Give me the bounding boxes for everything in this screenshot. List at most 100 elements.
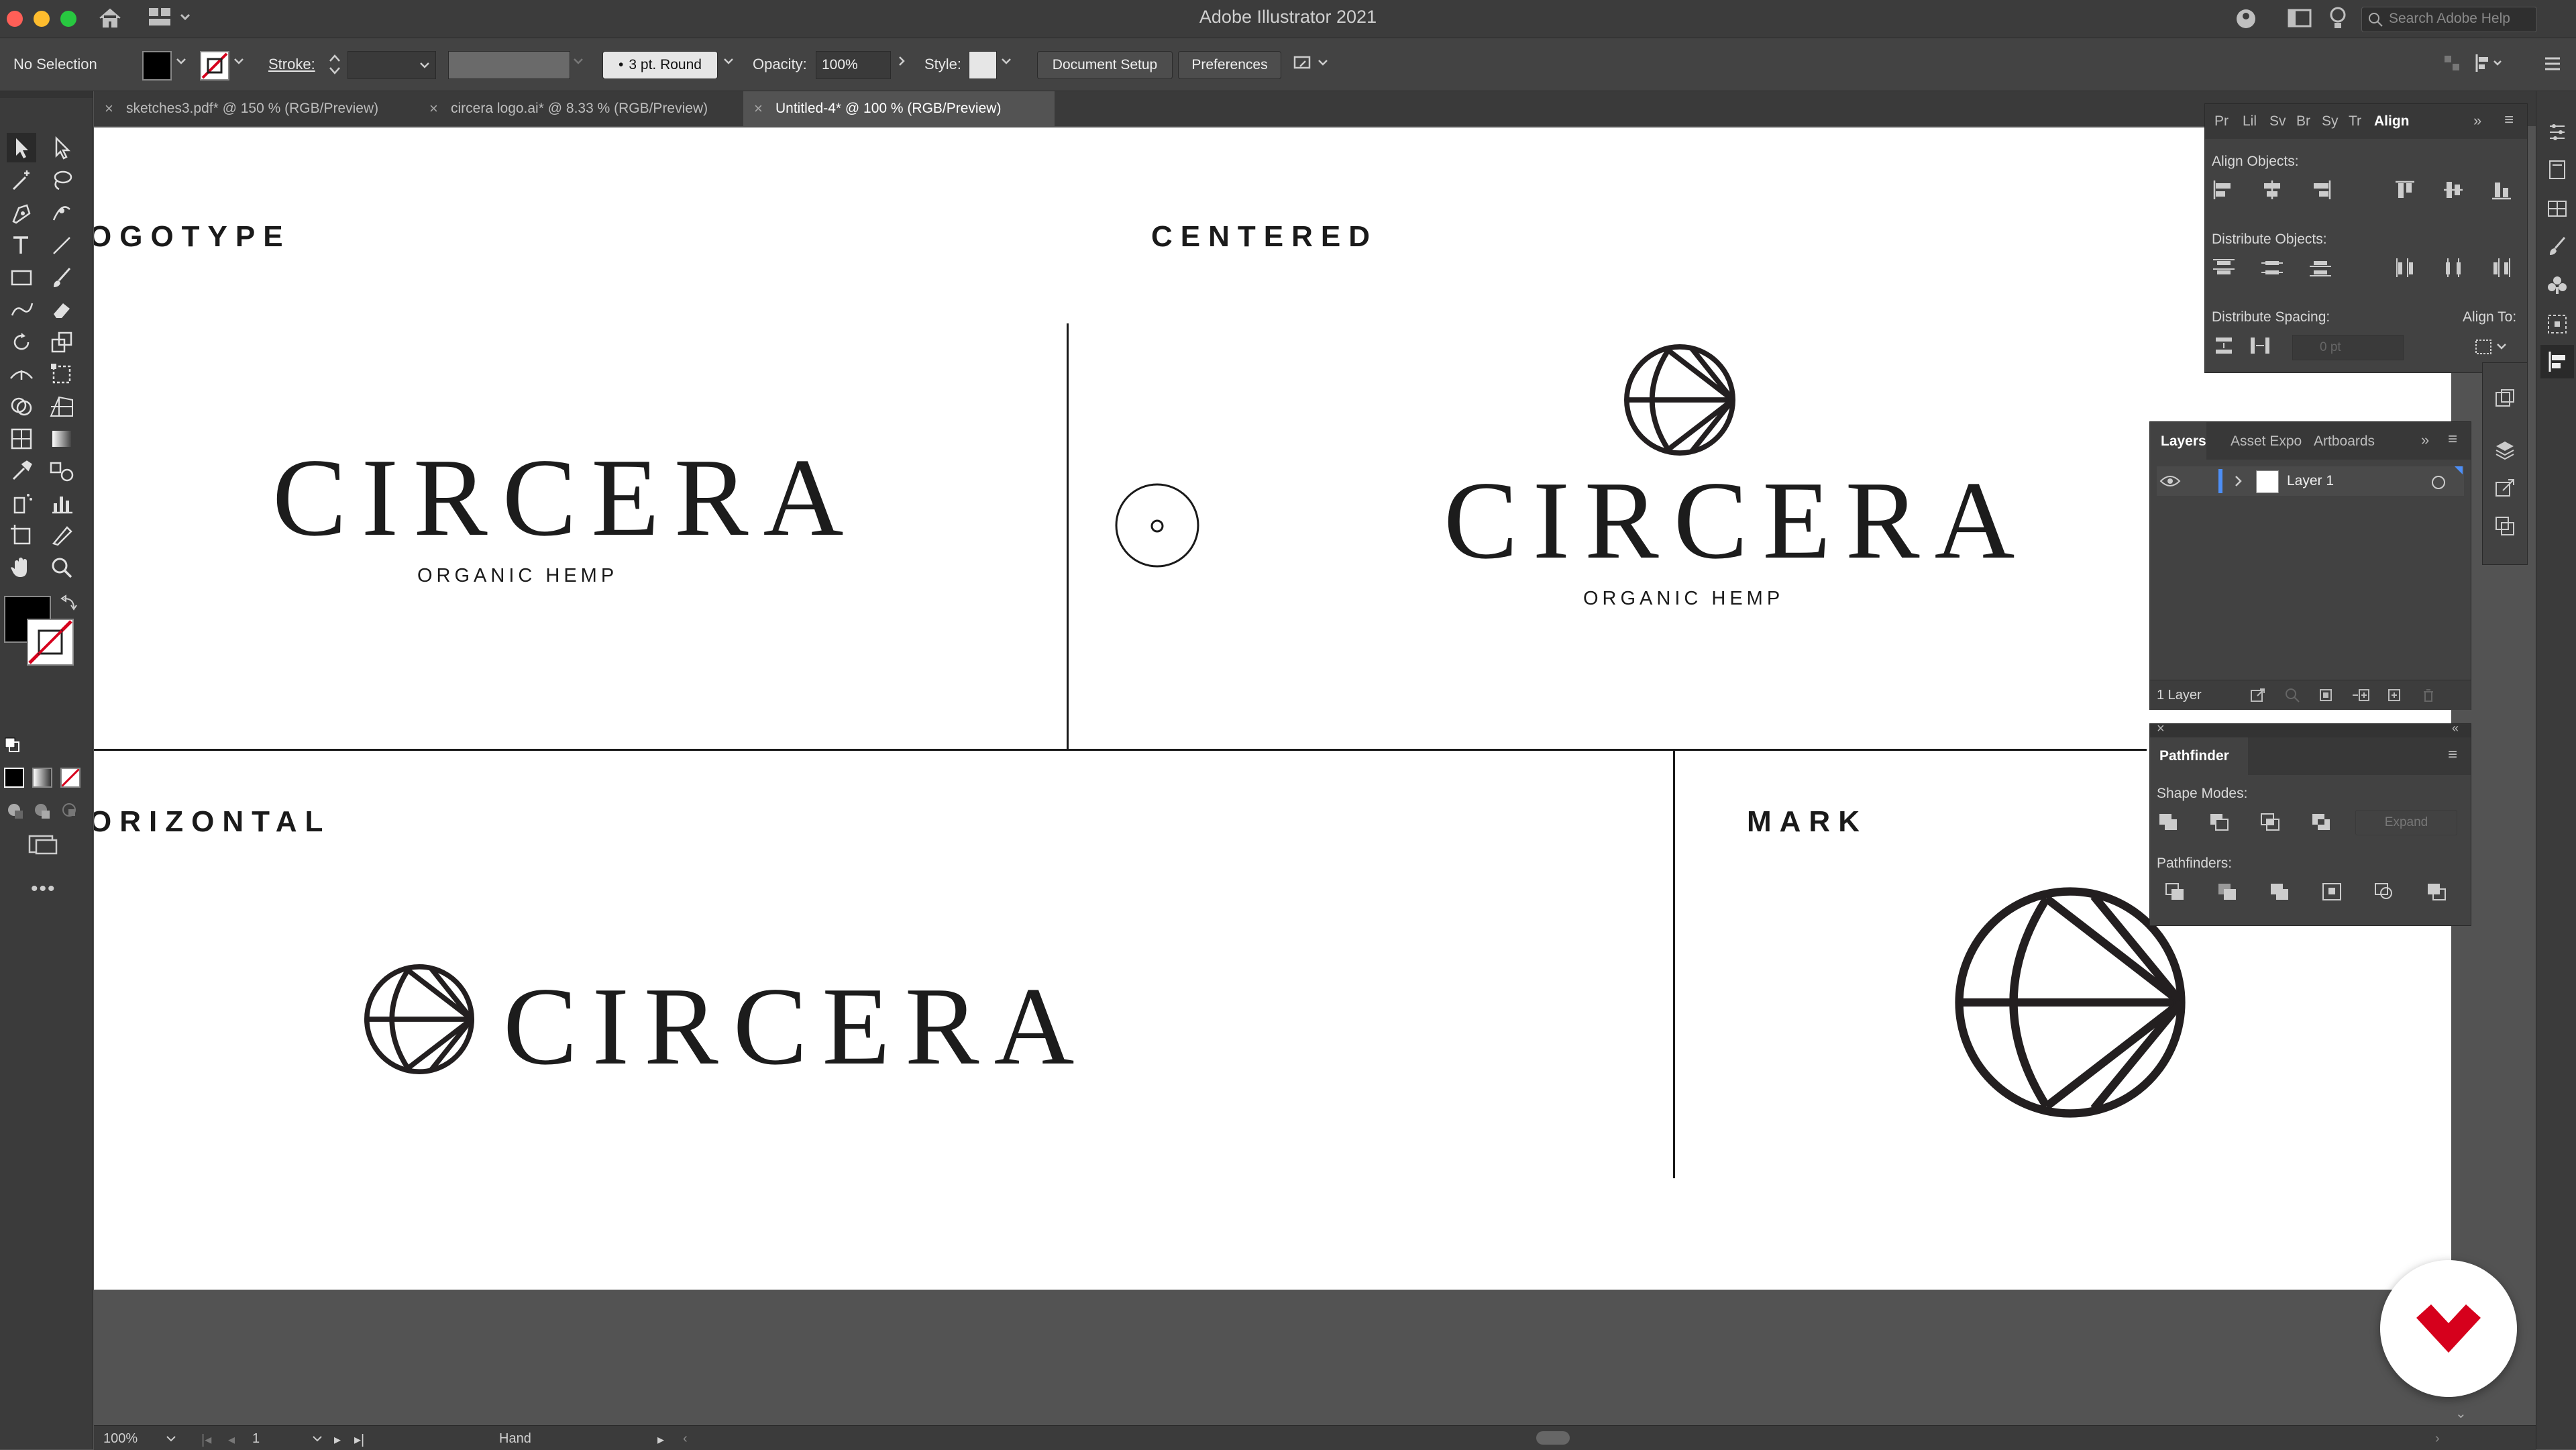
close-panel-icon[interactable]: × [2157,721,2165,737]
screen-mode-icon[interactable] [27,833,60,861]
horizontal-distribute-center-icon[interactable] [2441,257,2465,278]
selection-indicator[interactable] [2455,466,2463,474]
width-tool-icon[interactable] [7,360,36,389]
zoom-level-dropdown[interactable]: 100% [101,1429,181,1447]
opacity-label[interactable]: Opacity: [753,56,807,73]
create-new-layer-icon[interactable] [2386,687,2404,707]
align-controls-icon[interactable] [2473,52,2506,78]
align-to-selection-dropdown[interactable] [2473,335,2514,362]
draw-normal-icon[interactable] [5,801,25,825]
shape-builder-tool-icon[interactable] [7,392,36,421]
none-mode-button[interactable] [60,768,80,788]
vertical-distribute-center-icon[interactable] [2260,257,2284,278]
tab-align[interactable]: Align [2374,113,2410,130]
delete-layer-icon[interactable] [2420,687,2437,707]
arrange-icon[interactable] [2442,52,2462,78]
brushes-panel-icon[interactable] [2546,235,2569,261]
tab-transform[interactable]: Tr [2349,113,2361,130]
magic-wand-tool-icon[interactable] [7,166,36,196]
direct-selection-tool-icon[interactable] [47,133,76,162]
stroke-color-swatch[interactable] [200,51,229,81]
preferences-button[interactable]: Preferences [1178,51,1281,79]
edit-toolbar-icon[interactable]: ••• [31,878,56,900]
curvature-tool-icon[interactable] [47,199,76,228]
target-icon[interactable] [2432,476,2445,489]
default-fill-stroke-icon[interactable] [4,737,21,758]
horizontal-distribute-left-icon[interactable] [2393,257,2417,278]
tab-symbols[interactable]: Sy [2322,113,2339,130]
blend-tool-icon[interactable] [47,456,76,486]
style-chevron-icon[interactable] [1000,54,1013,71]
horizontal-scrollbar-thumb[interactable] [1536,1431,1570,1445]
vertical-align-top-icon[interactable] [2393,179,2417,201]
free-transform-tool-icon[interactable] [47,360,76,389]
fill-color-swatch[interactable] [142,51,172,81]
hand-tool-icon[interactable] [7,553,36,582]
tab-properties[interactable]: Pr [2214,113,2229,130]
tab-sketches3[interactable]: × sketches3.pdf* @ 150 % (RGB/Preview) [94,91,428,126]
expand-chevron-icon[interactable] [2232,473,2245,493]
locate-object-icon[interactable] [2284,687,2302,707]
tab-asset-export[interactable]: Asset Expo [2231,433,2302,450]
lasso-tool-icon[interactable] [47,166,76,196]
swatches-panel-icon[interactable] [2546,197,2569,223]
horizontal-align-center-icon[interactable] [2260,179,2284,201]
slice-tool-icon[interactable] [47,521,76,550]
rotate-tool-icon[interactable] [7,327,36,357]
quick-actions-icon[interactable] [1292,50,1332,81]
stroke-swatch[interactable] [27,619,74,666]
artboard-number-field[interactable]: 1 [246,1429,326,1447]
status-menu-arrow-icon[interactable]: ▸ [657,1431,664,1448]
libraries-panel-icon[interactable] [2546,158,2569,185]
artboard[interactable]: OGOTYPE CENTERED ORIZONTAL MARK CIRCERA … [94,127,2451,1290]
pathfinder-grip[interactable]: × « [2150,721,2471,737]
tab-swatches[interactable]: Sv [2269,113,2286,130]
panel-menu-icon[interactable]: ≡ [2504,111,2514,130]
brush-chevron-icon[interactable] [722,54,735,71]
selection-tool-icon[interactable] [7,133,36,162]
scale-tool-icon[interactable] [47,327,76,357]
tab-layers[interactable]: Layers [2150,422,2206,460]
minus-back-icon[interactable] [2425,881,2449,902]
profile-chevron-icon[interactable] [572,54,585,71]
draw-behind-icon[interactable] [32,801,52,825]
transform-panel-icon[interactable] [2493,515,2516,541]
tab-untitled-4[interactable]: × Untitled-4* @ 100 % (RGB/Preview) [743,91,1055,126]
tab-circera-logo[interactable]: × circera logo.ai* @ 8.33 % (RGB/Preview… [419,91,753,126]
tools-panel-grip[interactable] [0,91,93,98]
brush-definition-dropdown[interactable]: • 3 pt. Round [602,51,718,79]
visibility-eye-icon[interactable] [2159,473,2181,493]
collapse-panel-icon[interactable]: » [2421,431,2429,449]
centered-mark-icon[interactable] [1622,342,1737,458]
intersect-icon[interactable] [2259,811,2283,833]
panel-menu-icon[interactable]: ≡ [2448,745,2457,764]
color-mode-button[interactable] [4,768,24,788]
opacity-arrow-icon[interactable] [895,54,908,71]
vertical-distribute-top-icon[interactable] [2212,257,2236,278]
horizontal-distribute-space-icon[interactable] [2248,335,2272,356]
symbols-panel-icon[interactable] [2546,274,2569,300]
fill-dropdown-chevron-icon[interactable] [174,54,188,71]
horizontal-mark-icon[interactable] [362,962,476,1076]
stroke-weight-stepper[interactable] [325,50,345,79]
asset-export-panel-icon[interactable] [2493,477,2516,503]
shaper-tool-icon[interactable] [7,295,36,325]
draw-inside-icon[interactable] [60,801,80,825]
close-tab-icon[interactable]: × [429,91,438,126]
search-help-input[interactable]: Search Adobe Help [2361,7,2537,32]
logotype-tagline[interactable]: ORGANIC HEMP [417,565,618,587]
control-bar-menu-icon[interactable] [2542,54,2563,78]
gradient-mode-button[interactable] [32,768,52,788]
layer-name[interactable]: Layer 1 [2287,473,2334,489]
horizontal-distribute-right-icon[interactable] [2489,257,2514,278]
stroke-weight-field[interactable] [347,51,436,79]
eyedropper-tool-icon[interactable] [7,456,36,486]
properties-panel-icon[interactable] [2546,121,2569,147]
merge-icon[interactable] [2268,881,2292,902]
type-tool-icon[interactable] [7,231,36,260]
column-graph-tool-icon[interactable] [47,488,76,518]
horizontal-wordmark[interactable]: CIRCERA [503,970,1089,1082]
discover-bulb-icon[interactable] [2328,5,2348,34]
close-tab-icon[interactable]: × [754,91,763,126]
exclude-icon[interactable] [2310,811,2334,833]
